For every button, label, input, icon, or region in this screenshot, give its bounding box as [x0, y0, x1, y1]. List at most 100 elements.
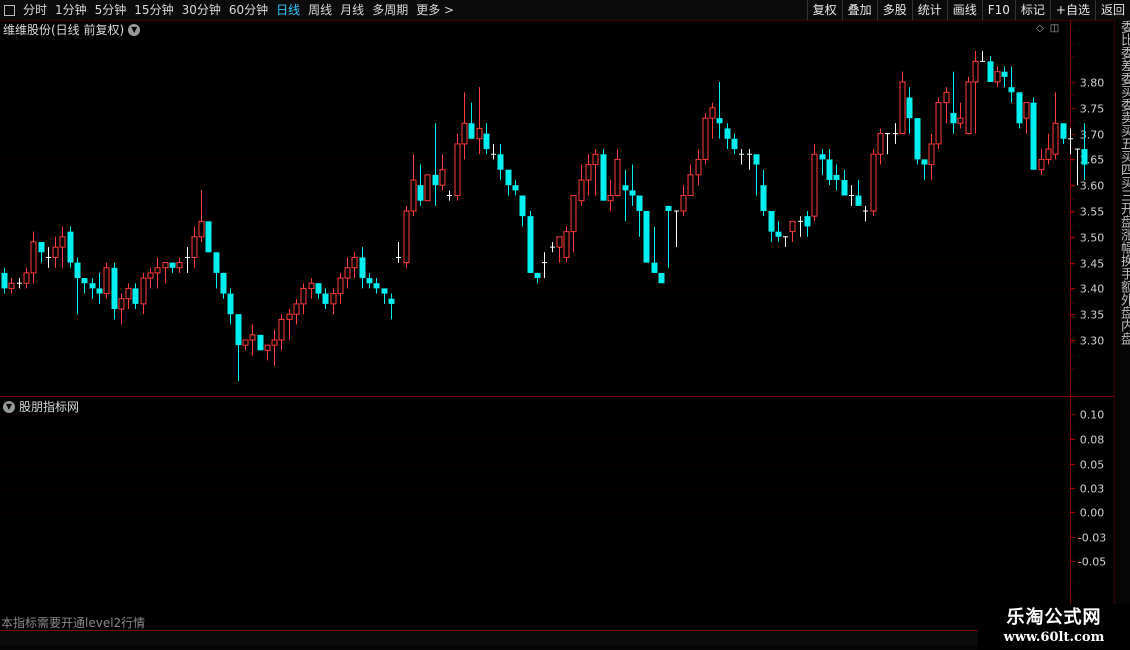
candle-body-down [257, 334, 264, 351]
candle-body-down [417, 185, 424, 201]
chevron-down-icon[interactable]: ▼ [3, 400, 15, 413]
candle-body-up [870, 153, 877, 212]
candle-body-up [702, 117, 709, 160]
candle-body-up [410, 179, 417, 212]
candle-body-down [658, 272, 665, 284]
candle-body-up [935, 102, 942, 145]
price-tick-label: 3.55 [1080, 206, 1105, 219]
candle-body-up [330, 293, 337, 305]
candle-body-down [519, 195, 526, 217]
candle-body-up [162, 262, 169, 269]
candle-body-up [308, 282, 315, 289]
candle-body-down [67, 231, 74, 263]
candle-body-down [1030, 102, 1037, 170]
candle-body-up [198, 220, 205, 238]
candle-body-up [454, 143, 461, 197]
candle-body-down [716, 118, 723, 124]
candle-body-up [337, 277, 344, 295]
candle-body-down [1008, 87, 1015, 93]
candle-body-up [103, 267, 110, 295]
candle-body-down [534, 272, 541, 279]
price-tick-label: 3.45 [1080, 258, 1105, 271]
candle-body-down [1, 272, 8, 289]
candle-body-up [585, 164, 592, 181]
candle-body-up [242, 339, 249, 346]
indicator-tick-label: 0.00 [1080, 507, 1105, 520]
candle-body-down [775, 231, 782, 237]
indicator-tick-label: 0.08 [1080, 434, 1105, 447]
candle-body-up [176, 262, 183, 269]
candle-body-up [556, 236, 563, 248]
candle-body-down [169, 262, 176, 268]
candle-body-down [914, 118, 921, 160]
candle-body-up [994, 71, 1001, 83]
candle-body-up [59, 236, 66, 248]
candle-body-down [96, 288, 103, 294]
candle-body-down [1001, 71, 1008, 77]
candle-body-down [74, 262, 81, 279]
candle-body-up [965, 81, 972, 135]
candle-body-up [476, 127, 483, 140]
candle-body-up [1045, 148, 1052, 160]
candle-body-up [293, 303, 300, 315]
candle-body-up [264, 344, 271, 351]
candle-body-down [906, 97, 913, 119]
candle-body-down [235, 314, 242, 346]
pane-icons: ◇ ◫ [1036, 23, 1059, 34]
indicator-title-bar: ▼ 股朋指标网 [3, 398, 79, 415]
indicator-tick-label: 0.10 [1080, 409, 1105, 422]
candle-body-down [768, 211, 775, 232]
candle-body-up [578, 179, 585, 202]
price-tick-label: 3.75 [1080, 103, 1105, 116]
candle-body-down [205, 221, 212, 253]
candle-body-down [855, 195, 862, 206]
indicator-tick-label: 0.03 [1080, 483, 1105, 496]
candle-body-down [1016, 92, 1023, 124]
candle-body-down [227, 293, 234, 315]
candle-body-up [278, 318, 285, 341]
candle-body-up [680, 195, 687, 212]
candle-body-down [505, 169, 512, 186]
candle-body-up [563, 231, 570, 258]
indicator-tick-label: 0.05 [1080, 459, 1105, 472]
chevron-down-icon[interactable]: ▼ [128, 23, 141, 36]
candle-body-up [147, 272, 154, 279]
candle-body-down [359, 257, 366, 279]
price-tick-label: 3.70 [1080, 129, 1105, 142]
bottom-bar [0, 645, 1130, 650]
price-tick-label: 3.80 [1080, 77, 1105, 90]
candle-body-up [439, 169, 446, 186]
candle-body-down [804, 216, 811, 227]
candle-body-down [89, 283, 96, 289]
quote-labels: 委比委差委买委卖买五买四买三开盘涨幅换手额外盘内盘 [1118, 20, 1130, 345]
candle-body-up [877, 133, 884, 155]
price-tick-label: 3.50 [1080, 232, 1105, 245]
price-tick-label: 3.40 [1080, 283, 1105, 296]
candle-body-up [140, 277, 147, 305]
candle-body-up [709, 107, 716, 119]
candle-body-down [527, 216, 534, 273]
candle-body-up [570, 195, 577, 233]
level2-notice: 本指标需要开通level2行情 [1, 616, 146, 630]
candle-body-up [695, 158, 702, 176]
candle-body-down [381, 288, 388, 294]
diamond-icon[interactable]: ◇ [1036, 23, 1044, 34]
candle-body-down [753, 154, 760, 165]
candle-body-down [483, 133, 490, 150]
candle-body-down [600, 154, 607, 201]
candle-body-up [461, 122, 468, 145]
candle-body-down [388, 298, 395, 304]
candle-body-down [497, 154, 504, 170]
candle-body-up [614, 158, 621, 197]
candle-body-up [943, 91, 950, 104]
candle-body-up [8, 282, 15, 289]
watermark-url: www.60lt.com [1003, 630, 1105, 645]
candle-body-down [629, 190, 636, 196]
candle-body-down [643, 211, 650, 263]
candle-body-down [132, 288, 139, 304]
window-icon[interactable]: ◫ [1050, 23, 1059, 34]
candle-body-up [30, 241, 37, 274]
candle-body-down [636, 195, 643, 211]
indicator-title: 股朋指标网 [19, 400, 80, 414]
candle-body-down [921, 159, 928, 165]
